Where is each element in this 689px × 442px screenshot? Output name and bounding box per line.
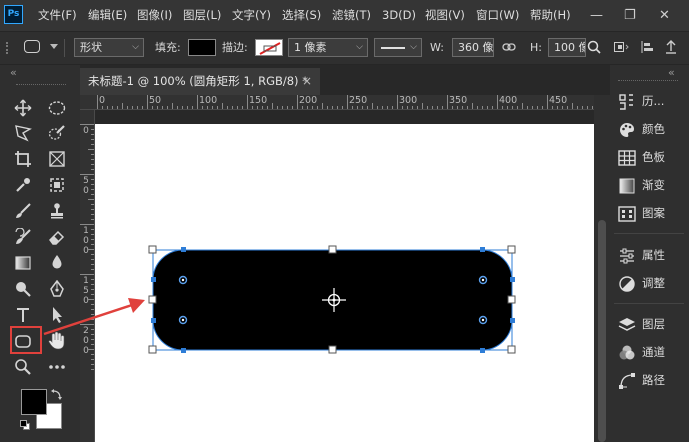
paths-icon	[619, 372, 635, 389]
panel-label: 图案	[642, 206, 665, 220]
panel-label: 历...	[642, 94, 665, 108]
anchor-point[interactable]	[181, 247, 186, 252]
panel-label: 颜色	[642, 122, 665, 136]
panel-channels[interactable]: 通道	[618, 340, 684, 364]
anchor-point[interactable]	[480, 247, 485, 252]
anchor-point[interactable]	[510, 318, 515, 323]
handle-top-left[interactable]	[148, 245, 157, 254]
properties-sliders-icon	[620, 248, 634, 263]
handle-top-center[interactable]	[328, 245, 337, 254]
panel-gradients[interactable]: 渐变	[618, 173, 684, 197]
gradient-icon	[619, 178, 635, 193]
panel-layers[interactable]: 图层	[618, 312, 684, 336]
panel-paths[interactable]: 路径	[618, 368, 684, 392]
panel-color[interactable]: 颜色	[618, 117, 684, 141]
anchor-point[interactable]	[151, 277, 156, 282]
panel-properties[interactable]: 属性	[618, 243, 684, 267]
annotation-arrow	[43, 298, 145, 336]
collapse-panels-icon[interactable]: «	[668, 66, 675, 79]
panel-label: 通道	[642, 345, 665, 359]
handle-middle-left[interactable]	[148, 295, 157, 304]
panel-grip	[618, 80, 678, 82]
handle-bottom-left[interactable]	[148, 345, 157, 354]
panel-patterns[interactable]: 图案	[618, 201, 684, 225]
color-palette-icon	[620, 122, 634, 137]
handle-bottom-center[interactable]	[328, 345, 337, 354]
anchor-point[interactable]	[151, 318, 156, 323]
anchor-point[interactable]	[480, 348, 485, 353]
handle-bottom-right[interactable]	[507, 345, 516, 354]
handle-top-right[interactable]	[507, 245, 516, 254]
handle-middle-right[interactable]	[507, 295, 516, 304]
swatches-icon	[618, 149, 636, 166]
panel-group-divider	[614, 303, 684, 304]
layers-icon	[618, 317, 636, 331]
panel-swatches[interactable]: 色板	[618, 145, 684, 169]
canvas-overlay	[43, 245, 516, 354]
annotation-highlight-box	[10, 326, 42, 354]
anchor-point[interactable]	[181, 348, 186, 353]
panel-label: 色板	[642, 150, 665, 164]
panel-group-divider	[614, 233, 684, 234]
history-icon	[619, 93, 633, 110]
panel-label: 调整	[642, 276, 665, 290]
panel-adjustments[interactable]: 调整	[618, 271, 684, 295]
anchor-point[interactable]	[510, 277, 515, 282]
panel-label: 路径	[642, 373, 665, 387]
panel-label: 渐变	[642, 178, 665, 192]
panel-history[interactable]: 历...	[618, 89, 684, 113]
panel-label: 属性	[642, 248, 665, 262]
panel-label: 图层	[642, 317, 665, 331]
channels-icon	[619, 345, 635, 359]
adjustments-icon	[619, 275, 635, 292]
patterns-icon	[618, 205, 636, 222]
